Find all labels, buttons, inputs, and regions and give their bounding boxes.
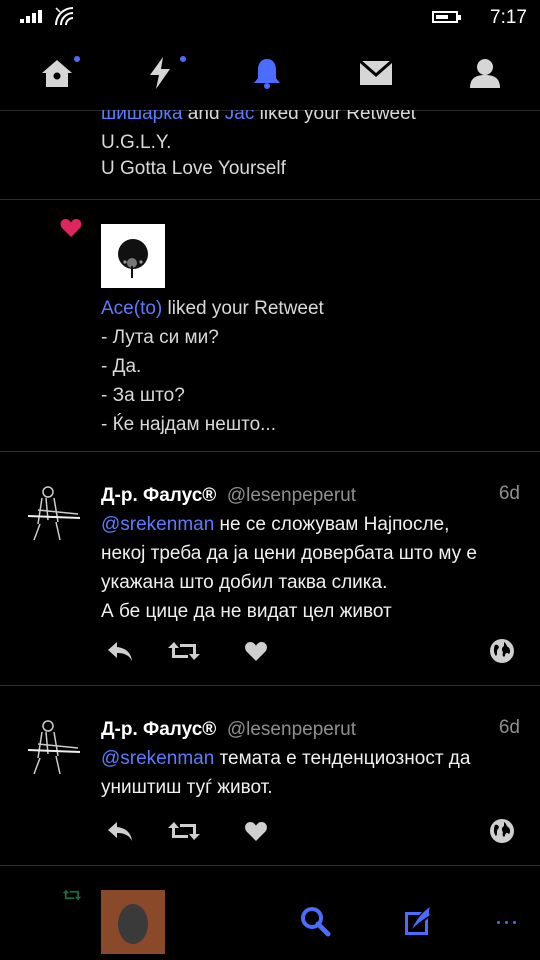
avatar[interactable] [18, 480, 82, 544]
like-button[interactable] [236, 816, 276, 846]
nav-home[interactable] [22, 40, 92, 106]
reply-button[interactable] [100, 816, 140, 846]
notification-header: Ace(to) liked your Retweet [101, 298, 324, 319]
like-button[interactable] [236, 636, 276, 666]
home-unread-dot [74, 56, 80, 62]
reply-button[interactable] [100, 636, 140, 666]
author-name[interactable]: Д-р. Фалус® [101, 485, 216, 506]
home-icon [42, 60, 72, 87]
avatar-image [118, 239, 148, 278]
retweet-icon [168, 822, 200, 840]
retweet-text-line: U.G.L.Y. [101, 132, 172, 153]
divider [0, 685, 540, 686]
nav-profile[interactable] [450, 40, 520, 106]
author-handle[interactable]: @lesenpeperut [227, 719, 356, 740]
heart-icon [245, 641, 267, 661]
tweet-actions [0, 636, 540, 666]
tweet-text-line: @srekenman темата е тенденциозност да [101, 748, 471, 769]
tweet-actions [0, 816, 540, 846]
tweet-time: 6d [498, 717, 520, 738]
actor-link[interactable]: Ace(to) [101, 298, 162, 319]
mention-link[interactable]: @srekenman [101, 514, 214, 535]
clock: 7:17 [490, 7, 527, 28]
avatar-image [27, 720, 81, 775]
tweet-time: 6d [498, 483, 520, 504]
search-button[interactable] [294, 900, 336, 942]
envelope-icon [359, 60, 393, 85]
globe-icon [490, 819, 514, 843]
divider [0, 199, 540, 200]
globe-button[interactable] [482, 816, 522, 846]
divider [0, 865, 540, 866]
wifi-icon [55, 7, 74, 26]
notification-header: шишарка and Jac liked your Retweet [101, 110, 416, 128]
tweet-text-line: уништиш туѓ живот. [101, 777, 273, 798]
reply-icon [108, 822, 132, 841]
nav-notifications[interactable] [232, 40, 302, 106]
globe-icon [490, 639, 514, 663]
divider [0, 451, 540, 452]
tweet-text-line: @srekenman не се сложувам Најпосле, [101, 514, 450, 535]
retweet-button[interactable] [164, 816, 204, 846]
tweet-header: Д-р. Фалус® @lesenpeperut [101, 481, 356, 510]
tweet-text-line: некој треба да ја цени довербата што му … [101, 543, 477, 564]
actor-link[interactable]: Jac [225, 110, 255, 124]
globe-button[interactable] [482, 636, 522, 666]
retweet-button[interactable] [164, 636, 204, 666]
top-navigation [0, 40, 540, 111]
retweet-text-line: - За што? [101, 385, 185, 406]
tweet-header: Д-р. Фалус® @lesenpeperut [101, 715, 356, 744]
status-bar: 7:17 [0, 0, 540, 36]
reply-icon [108, 642, 132, 661]
notification-feed[interactable]: шишарка and Jac liked your Retweet U.G.L… [0, 110, 540, 880]
lightning-icon [150, 57, 170, 89]
compose-button[interactable] [397, 900, 439, 942]
retweet-icon [62, 889, 82, 901]
mention-link[interactable]: @srekenman [101, 748, 214, 769]
tweet-text-line: укажана што добил таква слика. [101, 572, 388, 593]
profile-icon [470, 59, 500, 88]
signal-icon [20, 10, 42, 23]
nav-messages[interactable] [341, 40, 411, 106]
actor-link[interactable]: шишарка [101, 110, 183, 124]
heart-icon [60, 219, 82, 237]
avatar[interactable] [18, 714, 82, 778]
more-button[interactable] [488, 910, 524, 934]
compose-icon [405, 907, 430, 935]
more-dots-icon [496, 920, 516, 924]
retweet-text-line: - Ќе најдам нешто... [101, 414, 276, 435]
retweet-text-line: - Лута си ми? [101, 327, 219, 348]
avatar[interactable] [101, 890, 165, 954]
nav-moments[interactable] [125, 40, 195, 106]
search-icon [301, 907, 331, 937]
tweet-text-line: А бе цице да не видат цел живот [101, 601, 392, 622]
retweet-text-line: U Gotta Love Yourself [101, 158, 286, 179]
battery-icon [432, 11, 461, 23]
moments-unread-dot [180, 56, 186, 62]
bell-icon [254, 59, 280, 89]
egg-avatar-icon [118, 904, 148, 944]
author-name[interactable]: Д-р. Фалус® [101, 719, 216, 740]
avatar-image [27, 486, 81, 541]
retweet-icon [168, 642, 200, 660]
avatar[interactable] [101, 224, 165, 288]
retweet-text-line: - Да. [101, 356, 142, 377]
app-bar [0, 880, 540, 960]
author-handle[interactable]: @lesenpeperut [227, 485, 356, 506]
heart-icon [245, 821, 267, 841]
